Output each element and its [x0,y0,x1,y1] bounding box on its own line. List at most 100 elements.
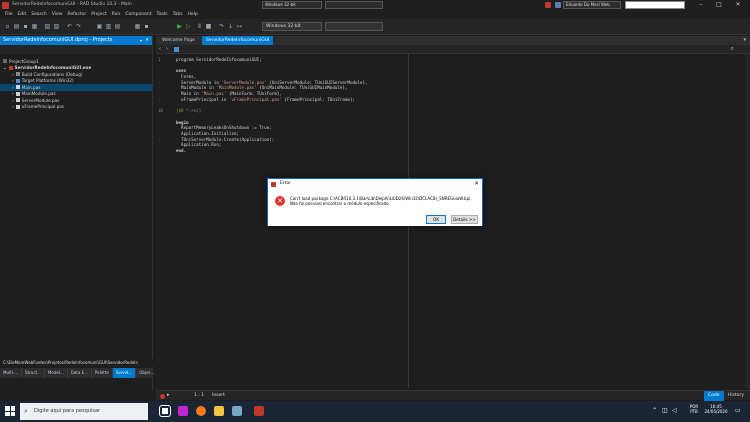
undo-icon[interactable]: ↶ [66,23,73,30]
menu-project[interactable]: Project [91,12,106,17]
save-all-icon[interactable]: ▦ [31,23,38,30]
menu-view[interactable]: View [52,12,63,17]
menu-run[interactable]: Run [112,12,121,17]
tab-model[interactable]: Model... [45,368,68,378]
tab-servidor-project[interactable]: ServidorRedeInfocomuniGUI [202,36,274,45]
menu-component[interactable]: Component [125,12,151,17]
taskbar-search-input[interactable]: ⌕ Digite aqui para pesquisar [20,403,148,420]
clock[interactable]: 16:45 24/05/2020 [704,404,728,414]
menu-edit[interactable]: Edit [18,12,27,17]
error-line-2: Não foi possível encontrar o módulo espe… [290,201,390,206]
search-icon[interactable]: ⌕ [731,45,734,53]
tab-code[interactable]: Code [704,391,724,401]
panel-close-icon[interactable]: ✕ [145,36,149,45]
project-path: C:\EleMoreWebFontes\Projetos\RedeInfocom… [0,359,153,367]
editor-scrollbar[interactable] [745,54,750,388]
chevron-right-icon: › [12,84,14,90]
project-icon [8,65,13,70]
line-number: 10 [158,108,163,114]
file-explorer-icon[interactable] [214,406,224,416]
desktop-combo[interactable] [325,1,383,9]
unit-icon [174,46,179,52]
tab-list-icon[interactable]: ▾ [743,37,746,43]
platform-combo[interactable]: Windows 32-bit [262,22,322,31]
menu-help[interactable]: Help [188,12,198,17]
tab-structure[interactable]: Struct... [22,368,45,378]
ide-search-input[interactable] [625,1,685,9]
play-macro-icon[interactable]: ▸ [167,392,170,398]
user-combo[interactable]: Eduardo Do Mesi Web [563,1,621,9]
layout-combo[interactable]: Windows 32-bit [262,1,322,9]
view-form-icon[interactable]: ▤ [114,23,121,30]
tray-chevron-icon[interactable]: ⌃ [652,407,657,414]
tree-item-label: ServidorRedeInfocomuniGUI.exe [14,65,92,71]
tree-item-uframeprincipal-pas[interactable]: › uFramePrincipal.pas [0,104,152,111]
ok-button[interactable]: OK [426,215,446,224]
notifications-icon[interactable]: ▭ [735,407,741,414]
notification-icon[interactable] [545,2,551,8]
tab-palette[interactable]: Palette [92,368,113,378]
toggle-form-icon[interactable]: ▣ [96,23,103,30]
code-line[interactable]: end. [176,148,368,154]
record-macro-icon[interactable] [160,393,165,399]
forward-icon[interactable]: › [166,46,168,52]
user-name: Eduardo Do Mesi Web [566,2,610,7]
status-bar: ▸ 1 : 1 Insert Code History [156,390,750,401]
firefox-icon[interactable] [196,406,206,416]
code-line[interactable]: uFramePrincipal in 'uFramePrincipal.pas'… [176,97,368,103]
redo-icon[interactable]: ↷ [75,23,82,30]
new-icon[interactable]: ▫ [4,23,11,30]
minimize-button[interactable]: – [694,0,708,10]
back-icon[interactable]: ‹ [159,46,161,52]
rad-studio-taskbar-icon[interactable] [254,406,264,416]
tab-servidor[interactable]: Servid... [112,368,137,378]
close-button[interactable]: ✕ [731,0,745,10]
device-combo[interactable] [325,22,383,31]
menu-tabs[interactable]: Tabs [173,12,183,17]
clock-date: 24/05/2020 [704,409,728,414]
pin-icon[interactable]: ▾ [140,36,142,45]
toggle-view-icon[interactable]: ▦ [134,23,141,30]
step-over-icon[interactable]: ↷ [218,23,225,30]
maximize-button[interactable]: □ [712,0,726,10]
view-unit-icon[interactable]: ▥ [105,23,112,30]
platform-icon [15,78,20,83]
add-file-icon[interactable]: ▨ [53,23,60,30]
run-icon[interactable]: ▶ [176,23,183,30]
save-icon[interactable]: ▪ [22,23,29,30]
stop-icon[interactable]: ■ [205,23,212,30]
volume-icon[interactable]: ◁ [672,407,677,414]
keyboard-layout: PTB [690,409,698,414]
menu-refactor[interactable]: Refactor [67,12,86,17]
tree-item-label: ServerModule.pas [21,97,60,103]
tab-multi-device[interactable]: Multi-... [0,368,23,378]
menu-file[interactable]: File [5,12,13,17]
windows-taskbar: ⌕ Digite aqui para pesquisar ⌃ ◫ ◁ POR P… [0,401,750,422]
chevron-down-icon: ⌄ [3,65,7,71]
options-icon[interactable]: ▪ [143,23,150,30]
pause-icon[interactable]: Ⅱ [196,23,203,30]
tab-history[interactable]: History [724,391,748,401]
tab-data-explorer[interactable]: Data E... [68,368,92,378]
cursor-position: 1 : 1 [194,393,205,398]
open-icon[interactable]: ▤ [13,23,20,30]
tree-item-label: Build Configurations (Debug) [21,71,83,77]
menu-search[interactable]: Search [31,12,46,17]
trace-into-icon[interactable]: ↓ [227,23,234,30]
task-view-icon[interactable] [159,405,171,417]
code-content[interactable]: program ServidorRedeInfocomuniGUI; uses F… [176,57,368,154]
open-project-icon[interactable]: ▧ [44,23,51,30]
run-without-debug-icon[interactable]: ▷ [185,23,192,30]
language-indicator[interactable]: POR PTB [687,404,701,414]
run-to-cursor-icon[interactable]: ↦ [236,23,243,30]
windows-start-icon[interactable] [5,406,15,416]
user-icon[interactable] [555,2,561,8]
tab-welcome-page[interactable]: Welcome Page [158,36,199,45]
network-icon[interactable]: ◫ [662,407,668,414]
error-message: Can't load package C:\ACBR10.3.1\Bar\Lib… [290,196,472,206]
app-icon-purple[interactable] [178,406,188,416]
menu-tools[interactable]: Tools [156,12,167,17]
dialog-close-button[interactable]: ✕ [474,179,479,189]
app-icon-blue[interactable] [232,406,242,416]
details-button[interactable]: Details >> [451,215,478,224]
